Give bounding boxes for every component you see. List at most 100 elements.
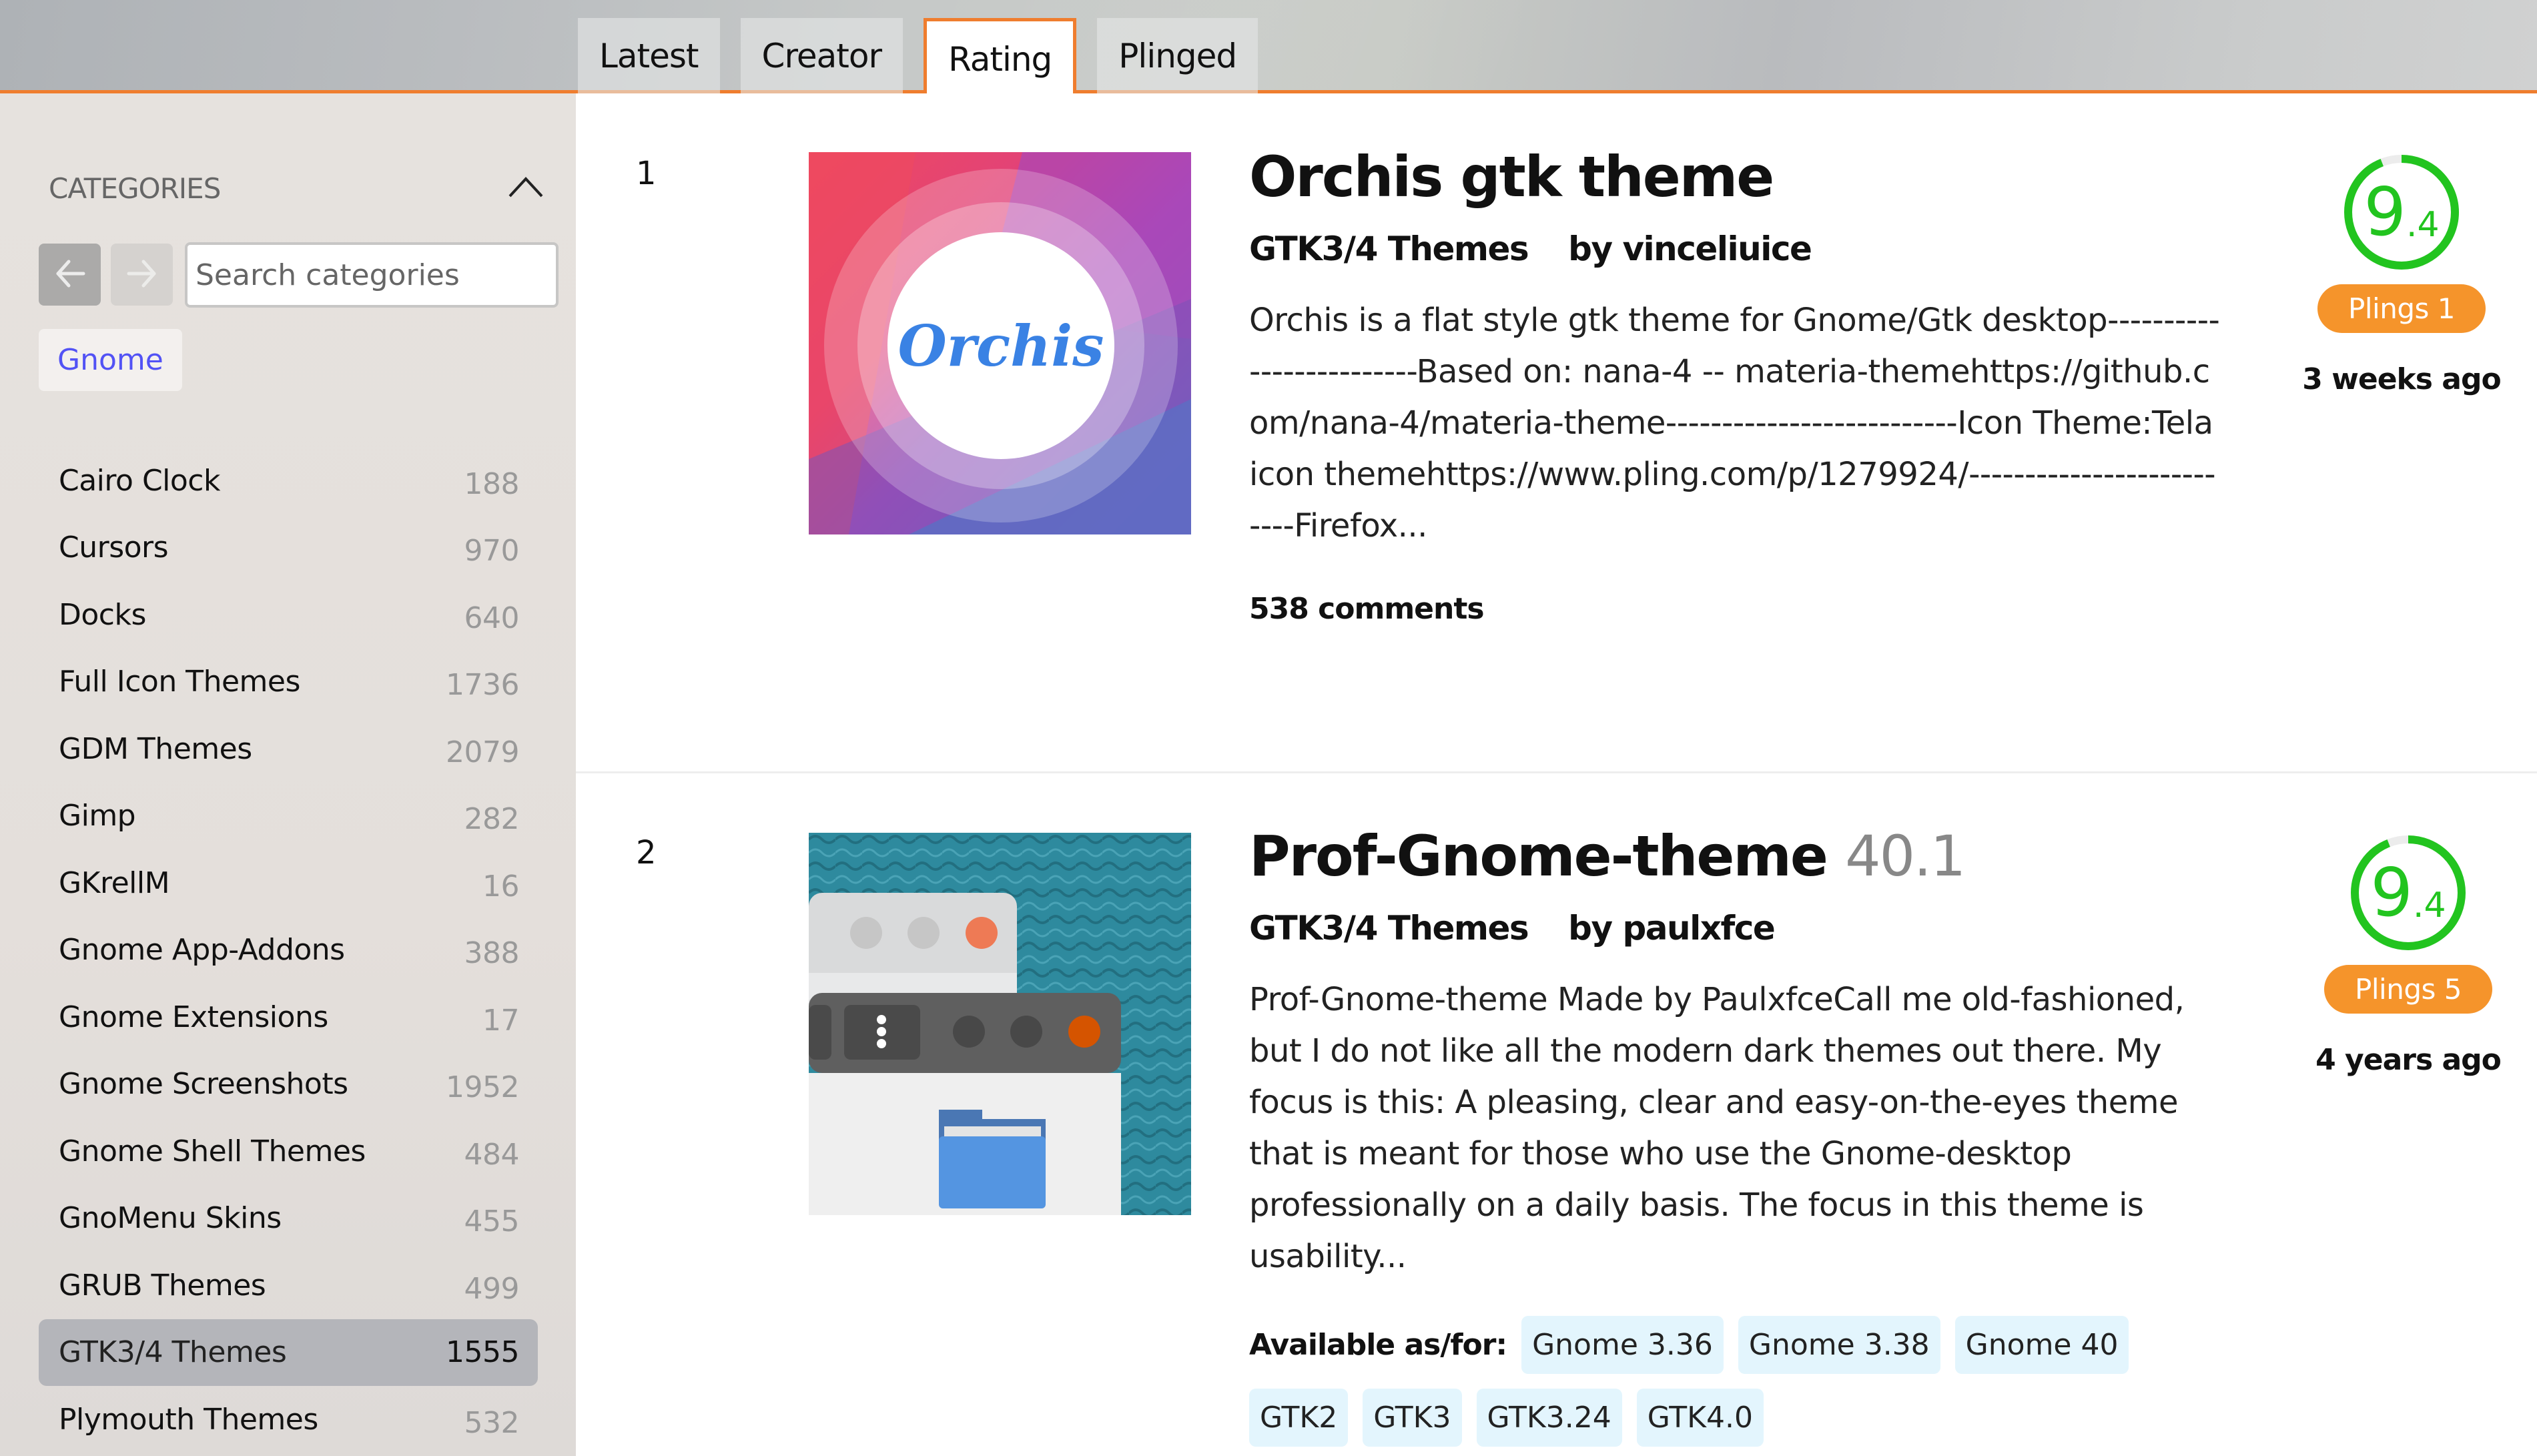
compat-tag[interactable]: GTK4.0 <box>1636 1389 1764 1447</box>
available-for: Available as/for: Gnome 3.36 Gnome 3.38 … <box>1249 1316 2223 1447</box>
compat-tag[interactable]: GTK3 <box>1363 1389 1462 1447</box>
product-info: Prof-Gnome-theme 40.1 GTK3/4 Themes by p… <box>1249 823 2223 1447</box>
compat-tag[interactable]: Gnome 3.38 <box>1738 1316 1940 1374</box>
product-title-text[interactable]: Orchis gtk theme <box>1249 144 1774 210</box>
comments-link[interactable]: 538 comments <box>1249 592 2223 626</box>
product-author-link[interactable]: by vinceliuice <box>1568 230 1812 268</box>
category-name: Gnome App-Addons <box>59 933 345 968</box>
product-author-link[interactable]: by paulxfce <box>1568 909 1776 948</box>
category-count: 455 <box>464 1204 520 1239</box>
sidebar-item-category[interactable]: GDM Themes 2079 <box>39 715 538 783</box>
product-meta: GTK3/4 Themes by vinceliuice <box>1249 230 2223 268</box>
category-count: 970 <box>464 534 520 569</box>
sidebar-item-category[interactable]: GKrellM 16 <box>39 849 538 917</box>
categories-sidebar: CATEGORIES Gnome Cairo Clock 188 Cursors 97… <box>0 93 576 1456</box>
category-name: GKrellM <box>59 865 170 900</box>
tab-rating[interactable]: Rating <box>924 18 1077 97</box>
product-list: 1 Orchis Orchis gtk theme GTK3/4 Themes … <box>576 93 2537 1456</box>
product-category-link[interactable]: GTK3/4 Themes <box>1249 230 1529 268</box>
product-row: 1 Orchis Orchis gtk theme GTK3/4 Themes … <box>576 93 2537 773</box>
sidebar-item-category[interactable]: GTK3/4 Themes 1555 <box>39 1319 538 1386</box>
category-name: Cursors <box>59 530 169 565</box>
sidebar-item-category[interactable]: Gnome Shell Themes 484 <box>39 1118 538 1185</box>
score-panel: 9.4 Plings 5 4 years ago <box>2295 833 2522 1077</box>
product-description: Orchis is a flat style gtk theme for Gno… <box>1249 302 2220 544</box>
category-name: GTK3/4 Themes <box>59 1335 287 1370</box>
category-name: Gnome Screenshots <box>59 1067 348 1102</box>
updated-time: 4 years ago <box>2315 1043 2502 1077</box>
available-for-label: Available as/for: <box>1249 1328 1507 1362</box>
category-count: 388 <box>464 936 520 971</box>
category-count: 16 <box>482 869 520 903</box>
sidebar-item-category[interactable]: Cairo Clock 188 <box>39 447 538 514</box>
product-title[interactable]: Prof-Gnome-theme 40.1 <box>1249 823 2223 889</box>
category-count: 17 <box>482 1003 520 1038</box>
rating-value: 9.4 <box>2341 152 2462 272</box>
category-count: 2079 <box>446 735 519 769</box>
category-count: 532 <box>464 1405 520 1440</box>
plings-badge[interactable]: Plings 5 <box>2324 965 2492 1014</box>
product-row: 2 Prof-Gnome-theme 40.1 GTK3/4 Themes by… <box>576 775 2537 1456</box>
category-name: Gimp <box>59 799 136 833</box>
product-category-link[interactable]: GTK3/4 Themes <box>1249 909 1529 948</box>
compat-tag[interactable]: Gnome 40 <box>1954 1316 2129 1374</box>
rating-ring: 9.4 <box>2348 833 2468 953</box>
category-count: 640 <box>464 601 520 635</box>
category-name: Full Icon Themes <box>59 665 300 699</box>
product-version: 40.1 <box>1845 823 1966 889</box>
thumbnail-logo-text: Orchis <box>898 313 1104 379</box>
category-list: Cairo Clock 188 Cursors 970 Docks 640 Full Ico… <box>39 447 538 1453</box>
category-name: GRUB Themes <box>59 1268 266 1303</box>
updated-time: 3 weeks ago <box>2302 362 2501 396</box>
sidebar-item-category[interactable]: GRUB Themes 499 <box>39 1252 538 1319</box>
category-name: GnoMenu Skins <box>59 1201 282 1236</box>
category-back-button[interactable] <box>39 244 101 306</box>
sidebar-item-category[interactable]: Gnome App-Addons 388 <box>39 917 538 984</box>
parent-category-chip[interactable]: Gnome <box>39 329 182 391</box>
arrow-right-icon <box>123 255 161 295</box>
category-name: Gnome Shell Themes <box>59 1134 366 1168</box>
category-name: GDM Themes <box>59 731 252 766</box>
product-meta: GTK3/4 Themes by paulxfce <box>1249 909 2223 948</box>
plings-badge[interactable]: Plings 1 <box>2317 284 2486 333</box>
category-forward-button[interactable] <box>111 244 173 306</box>
product-title[interactable]: Orchis gtk theme <box>1249 144 2223 210</box>
sidebar-item-category[interactable]: Plymouth Themes 532 <box>39 1386 538 1453</box>
category-count: 499 <box>464 1271 520 1306</box>
rating-value: 9.4 <box>2348 833 2468 953</box>
product-description: Prof-Gnome-theme Made by PaulxfceCall me… <box>1249 981 2185 1275</box>
chevron-up-icon[interactable] <box>506 173 546 200</box>
sidebar-item-category[interactable]: Gnome Screenshots 1952 <box>39 1051 538 1118</box>
rating-decimal: .4 <box>2406 205 2440 245</box>
rating-ring: 9.4 <box>2341 152 2462 272</box>
rating-integer: 9 <box>2364 173 2406 251</box>
sidebar-item-category[interactable]: GnoMenu Skins 455 <box>39 1185 538 1252</box>
tab-plinged[interactable]: Plinged <box>1097 18 1258 93</box>
sidebar-item-category[interactable]: Gimp 282 <box>39 783 538 850</box>
rating-decimal: .4 <box>2413 885 2446 926</box>
rank-number: 1 <box>636 155 657 192</box>
product-info: Orchis gtk theme GTK3/4 Themes by vincel… <box>1249 144 2223 626</box>
sidebar-item-category[interactable]: Cursors 970 <box>39 514 538 582</box>
category-count: 282 <box>464 802 520 837</box>
product-thumbnail[interactable]: Orchis <box>809 152 1191 534</box>
compat-tag[interactable]: GTK2 <box>1249 1389 1349 1447</box>
product-title-text[interactable]: Prof-Gnome-theme <box>1249 823 1828 889</box>
category-name: Docks <box>59 597 146 632</box>
compat-tag[interactable]: GTK3.24 <box>1476 1389 1622 1447</box>
sidebar-item-category[interactable]: Full Icon Themes 1736 <box>39 649 538 716</box>
tab-creator[interactable]: Creator <box>740 18 903 93</box>
header-bar: Latest Creator Rating Plinged <box>0 0 2537 97</box>
compat-tag[interactable]: Gnome 3.36 <box>1521 1316 1724 1374</box>
sort-tabs: Latest Creator Rating Plinged <box>578 18 1258 97</box>
rating-integer: 9 <box>2370 853 2413 932</box>
category-count: 1736 <box>446 668 519 703</box>
product-thumbnail[interactable] <box>809 833 1191 1215</box>
search-categories-input[interactable] <box>185 242 559 308</box>
sidebar-item-category[interactable]: Docks 640 <box>39 581 538 649</box>
categories-heading: CATEGORIES <box>49 172 221 205</box>
rank-number: 2 <box>636 834 657 871</box>
tab-latest[interactable]: Latest <box>578 18 720 93</box>
sidebar-item-category[interactable]: Gnome Extensions 17 <box>39 984 538 1051</box>
category-name: Cairo Clock <box>59 463 220 498</box>
